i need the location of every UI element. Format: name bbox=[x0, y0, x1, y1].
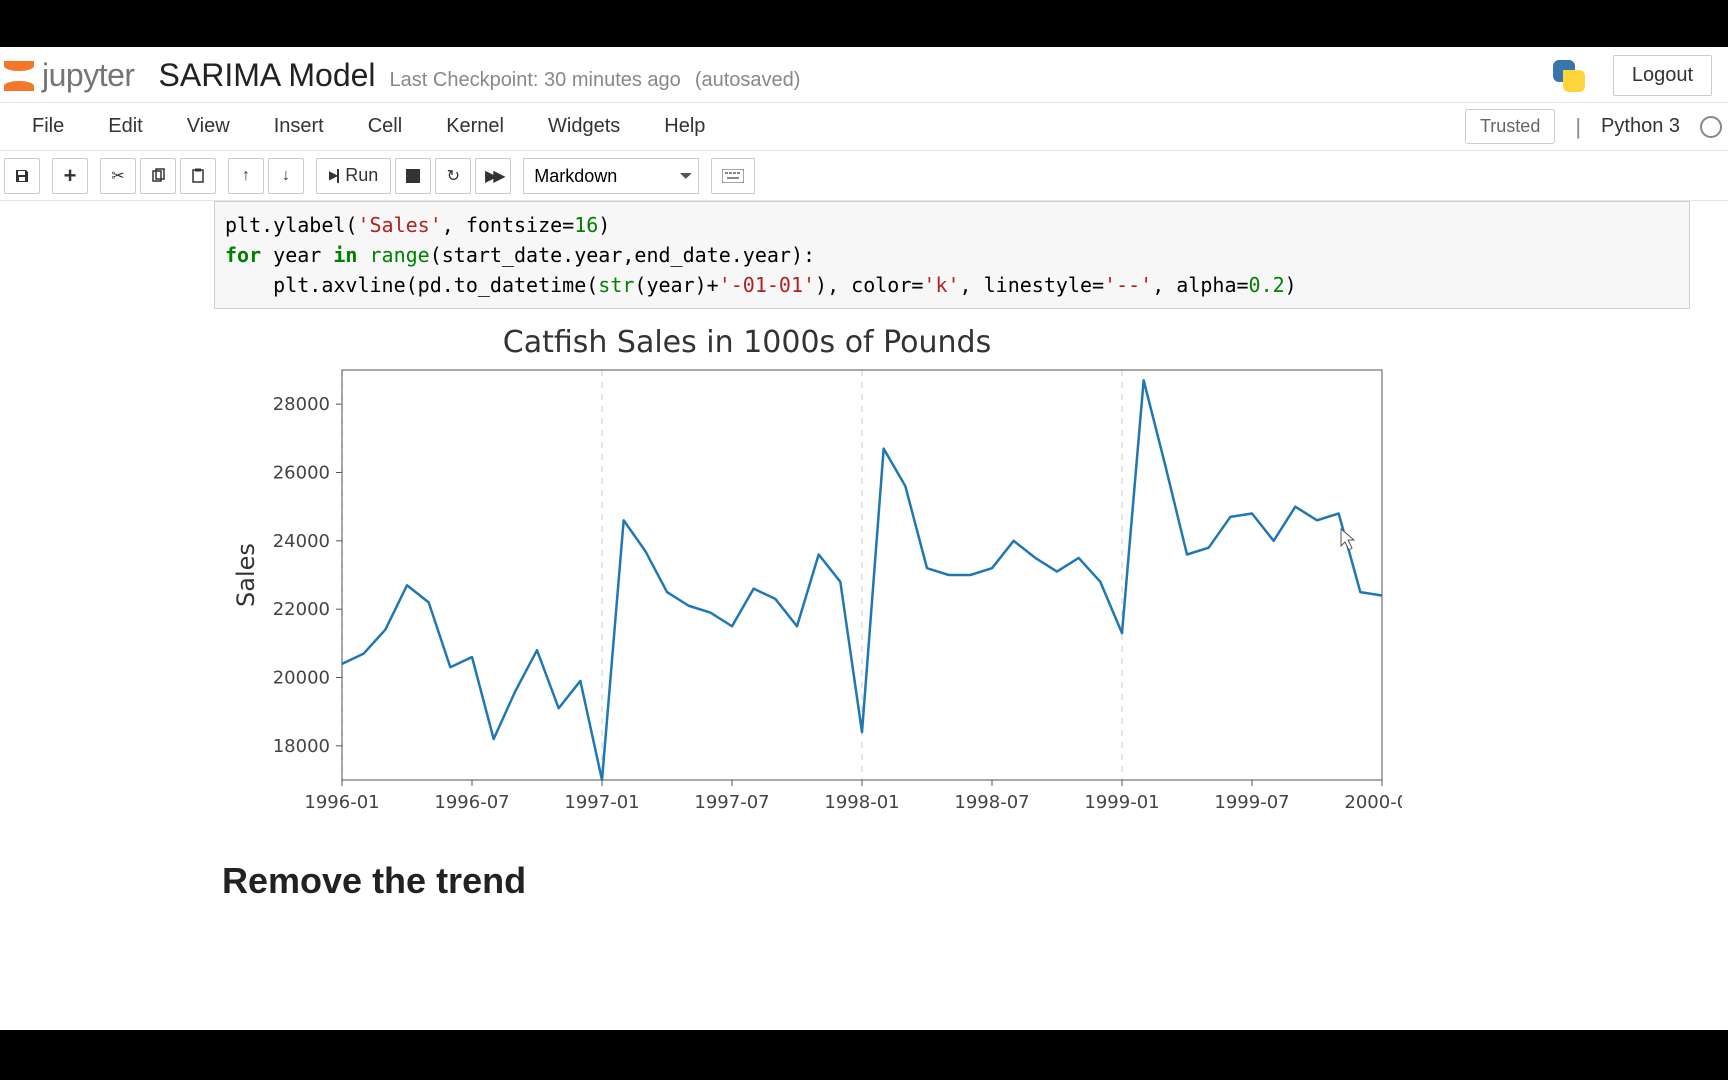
save-icon bbox=[14, 168, 30, 184]
scissors-icon: ✂ bbox=[111, 166, 124, 186]
toolbar: + ✂ ↑ ↓ Run bbox=[0, 151, 1728, 201]
stop-button[interactable] bbox=[395, 158, 431, 194]
svg-text:28000: 28000 bbox=[273, 394, 330, 415]
header-right: Logout bbox=[1549, 55, 1716, 96]
menu-edit[interactable]: Edit bbox=[86, 105, 164, 148]
copy-button[interactable] bbox=[140, 158, 176, 194]
code-cell[interactable]: plt.ylabel('Sales', fontsize=16) for yea… bbox=[214, 201, 1690, 309]
jupyter-logo-icon bbox=[0, 57, 38, 95]
jupyter-logo-text: jupyter bbox=[42, 57, 135, 94]
add-cell-button[interactable]: + bbox=[52, 158, 88, 194]
plus-icon: + bbox=[64, 163, 77, 189]
menubar-right: Trusted | Python 3 bbox=[1465, 109, 1728, 144]
svg-text:24000: 24000 bbox=[273, 531, 330, 552]
cell-type-select[interactable]: Markdown bbox=[523, 158, 699, 194]
paste-button[interactable] bbox=[180, 158, 216, 194]
restart-run-all-button[interactable]: ▶▶ bbox=[475, 158, 511, 194]
cut-button[interactable]: ✂ bbox=[100, 158, 136, 194]
svg-text:1999-07: 1999-07 bbox=[1214, 792, 1289, 813]
chart-title: Catfish Sales in 1000s of Pounds bbox=[222, 325, 1272, 360]
jupyter-logo[interactable]: jupyter bbox=[0, 57, 135, 95]
run-label: Run bbox=[345, 165, 378, 186]
svg-text:1996-07: 1996-07 bbox=[434, 792, 509, 813]
restart-button[interactable]: ↻ bbox=[435, 158, 471, 194]
header: jupyter SARIMA Model Last Checkpoint: 30… bbox=[0, 47, 1728, 103]
save-button[interactable] bbox=[4, 158, 40, 194]
svg-text:2000-01: 2000-01 bbox=[1344, 792, 1402, 813]
svg-text:1999-01: 1999-01 bbox=[1084, 792, 1159, 813]
svg-text:1997-07: 1997-07 bbox=[694, 792, 769, 813]
svg-text:1998-01: 1998-01 bbox=[824, 792, 899, 813]
kernel-name[interactable]: Python 3 bbox=[1601, 115, 1680, 138]
svg-text:22000: 22000 bbox=[273, 599, 330, 620]
logout-button[interactable]: Logout bbox=[1613, 55, 1712, 96]
arrow-up-icon: ↑ bbox=[242, 167, 250, 185]
svg-text:18000: 18000 bbox=[273, 736, 330, 757]
python-logo-icon bbox=[1549, 56, 1589, 96]
trusted-indicator[interactable]: Trusted bbox=[1465, 109, 1555, 144]
move-up-button[interactable]: ↑ bbox=[228, 158, 264, 194]
stop-icon bbox=[406, 169, 420, 183]
fast-forward-icon: ▶▶ bbox=[485, 166, 502, 186]
svg-text:1998-07: 1998-07 bbox=[954, 792, 1029, 813]
svg-text:1996-01: 1996-01 bbox=[304, 792, 379, 813]
arrow-down-icon: ↓ bbox=[282, 167, 290, 185]
paste-icon bbox=[190, 168, 206, 184]
svg-text:26000: 26000 bbox=[273, 463, 330, 484]
menu-insert[interactable]: Insert bbox=[252, 105, 346, 148]
move-down-button[interactable]: ↓ bbox=[268, 158, 304, 194]
autosaved-text: (autosaved) bbox=[695, 69, 801, 92]
notebook-title[interactable]: SARIMA Model bbox=[159, 57, 376, 94]
jupyter-app: jupyter SARIMA Model Last Checkpoint: 30… bbox=[0, 47, 1728, 1030]
md-heading: Remove the trend bbox=[222, 860, 1714, 902]
menu-view[interactable]: View bbox=[165, 105, 252, 148]
copy-icon bbox=[150, 168, 166, 184]
chart-output: Catfish Sales in 1000s of Pounds 18000 20… bbox=[222, 325, 1714, 824]
menu-kernel[interactable]: Kernel bbox=[424, 105, 526, 148]
code-content[interactable]: plt.ylabel('Sales', fontsize=16) for yea… bbox=[225, 210, 1679, 300]
menubar: File Edit View Insert Cell Kernel Widget… bbox=[0, 103, 1728, 151]
menu-widgets[interactable]: Widgets bbox=[526, 105, 642, 148]
checkpoint-text: Last Checkpoint: 30 minutes ago bbox=[390, 69, 681, 92]
title-block: SARIMA Model Last Checkpoint: 30 minutes… bbox=[159, 57, 801, 94]
svg-text:Sales: Sales bbox=[232, 543, 260, 607]
kernel-separator: | bbox=[1575, 114, 1581, 140]
run-button[interactable]: Run bbox=[316, 158, 391, 194]
run-icon bbox=[329, 167, 339, 185]
command-palette-icon bbox=[722, 169, 744, 183]
menu-help[interactable]: Help bbox=[642, 105, 727, 148]
menu-file[interactable]: File bbox=[10, 105, 86, 148]
kernel-status-icon[interactable] bbox=[1700, 116, 1722, 138]
svg-text:1997-01: 1997-01 bbox=[564, 792, 639, 813]
chart-svg: 18000 20000 22000 24000 26000 28000 Sales 1996-… bbox=[222, 364, 1402, 824]
refresh-icon: ↻ bbox=[447, 166, 460, 186]
command-palette-button[interactable] bbox=[711, 158, 755, 194]
svg-text:20000: 20000 bbox=[273, 668, 330, 689]
notebook-area[interactable]: plt.ylabel('Sales', fontsize=16) for yea… bbox=[0, 201, 1728, 1030]
menu-cell[interactable]: Cell bbox=[346, 105, 424, 148]
